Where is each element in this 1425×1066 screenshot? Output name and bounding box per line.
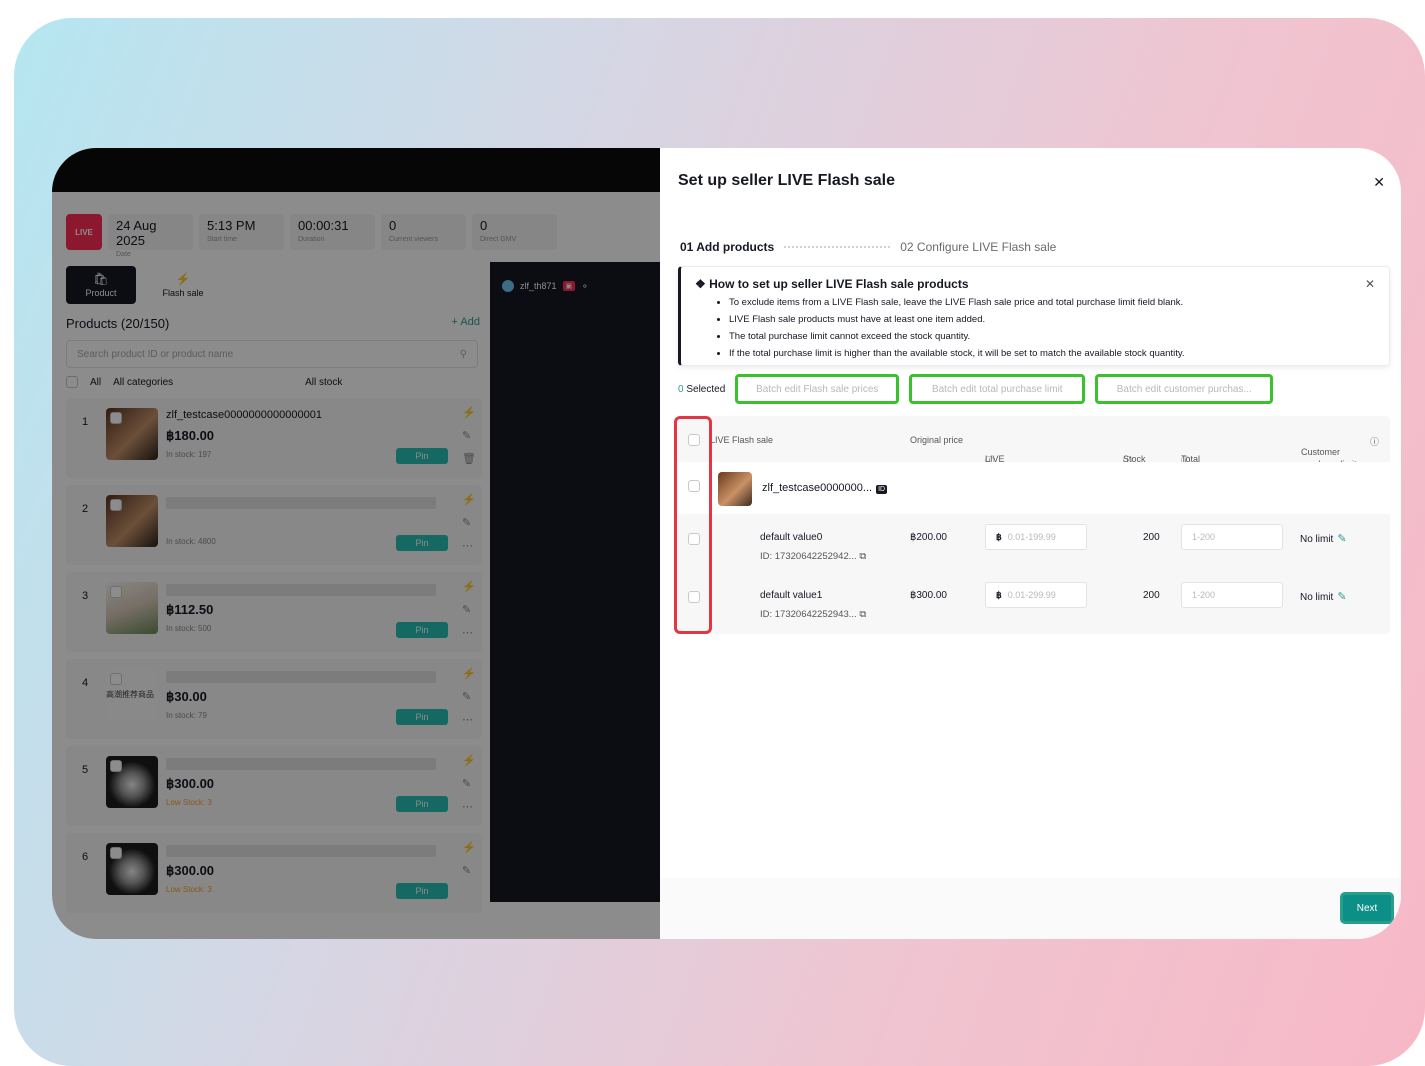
price-placeholder: 0.01-199.99	[1007, 532, 1056, 542]
next-button[interactable]: Next	[1340, 892, 1394, 924]
col-name: LIVE Flash sale	[710, 435, 774, 445]
step-configure: 02 Configure LIVE Flash sale	[900, 240, 1057, 254]
background-gradient: LIVE 24 Aug 2025 Date 5:13 PM Start time 0…	[14, 18, 1425, 1066]
customer-limit-text: No limit	[1300, 534, 1334, 545]
stock-value: 200	[1143, 532, 1160, 543]
products-table: LIVE Flash sale Original price LIVE Flas…	[678, 416, 1390, 634]
info-item: The total purchase limit cannot exceed t…	[729, 328, 1375, 345]
copy-icon[interactable]: ⧉	[859, 551, 866, 562]
variant-id: ID: 17320642252943... ⧉	[760, 609, 866, 620]
info-item: LIVE Flash sale products must have at le…	[729, 311, 1375, 328]
table-header: LIVE Flash sale Original price LIVE Flas…	[678, 416, 1390, 494]
variant-id-text: ID: 17320642252942...	[760, 551, 857, 562]
info-item: If the total purchase limit is higher th…	[729, 345, 1375, 362]
col-original-price: Original price	[910, 435, 964, 445]
copy-icon[interactable]: ⧉	[859, 609, 866, 620]
modal-title: Set up seller LIVE Flash sale	[678, 172, 895, 189]
step-add-products: 01 Add products	[680, 240, 775, 254]
batch-edit-customer-limit-button[interactable]: Batch edit customer purchas...	[1095, 374, 1274, 404]
selected-label: Selected	[686, 383, 726, 395]
stepper: 01 Add products 02 Configure LIVE Flash …	[680, 240, 1056, 254]
variant-name: default value0	[760, 532, 823, 543]
batch-edit-total-limit-button[interactable]: Batch edit total purchase limit	[909, 374, 1086, 404]
selected-count: 0 Selected	[678, 384, 725, 395]
modal-backdrop[interactable]	[52, 148, 660, 939]
product-thumbnail	[718, 472, 752, 506]
stock-value: 200	[1143, 590, 1160, 601]
batch-edit-price-button[interactable]: Batch edit Flash sale prices	[735, 374, 900, 404]
modal-footer	[660, 878, 1401, 939]
info-banner: ❖ How to set up seller LIVE Flash sale p…	[678, 266, 1390, 366]
live-dashboard: LIVE 24 Aug 2025 Date 5:13 PM Start time 0…	[52, 148, 660, 939]
checkbox-highlight	[674, 416, 712, 634]
close-icon[interactable]: ✕	[1373, 174, 1385, 191]
total-limit-input[interactable]: 1-200	[1181, 524, 1283, 550]
customer-limit-text: No limit	[1300, 592, 1334, 603]
info-icon: ❖	[695, 277, 706, 291]
variant-row: default value1 ID: 17320642252943... ⧉ ฿…	[678, 578, 1390, 636]
batch-actions: 0 Selected Batch edit Flash sale prices …	[678, 374, 1274, 404]
group-name-text: zlf_testcase0000000...	[762, 482, 873, 494]
edit-icon[interactable]: ✎	[1337, 533, 1346, 545]
currency-prefix: ฿	[996, 590, 1002, 600]
edit-icon[interactable]: ✎	[1337, 591, 1346, 603]
flash-price-input[interactable]: ฿ 0.01-199.99	[985, 524, 1087, 550]
total-limit-input[interactable]: 1-200	[1181, 582, 1283, 608]
info-list: To exclude items from a LIVE Flash sale,…	[729, 294, 1375, 362]
variant-id: ID: 17320642252942... ⧉	[760, 551, 866, 562]
group-product-name: zlf_testcase0000000... ID	[762, 482, 888, 494]
product-group-row: zlf_testcase0000000... ID	[678, 462, 1390, 514]
customer-limit: No limit ✎	[1300, 532, 1347, 545]
id-badge: ID	[876, 485, 888, 494]
selected-number: 0	[678, 383, 684, 395]
original-price: ฿200.00	[910, 532, 947, 543]
step-divider	[784, 246, 891, 248]
info-title: ❖ How to set up seller LIVE Flash sale p…	[695, 277, 1375, 291]
variant-row: default value0 ID: 17320642252942... ⧉ ฿…	[678, 520, 1390, 578]
close-icon[interactable]: ✕	[1365, 277, 1375, 291]
price-placeholder: 0.01-299.99	[1007, 590, 1056, 600]
info-item: To exclude items from a LIVE Flash sale,…	[729, 294, 1375, 311]
variant-id-text: ID: 17320642252943...	[760, 609, 857, 620]
original-price: ฿300.00	[910, 590, 947, 601]
flash-sale-modal: Set up seller LIVE Flash sale ✕ 01 Add p…	[660, 148, 1401, 939]
currency-prefix: ฿	[996, 532, 1002, 542]
info-title-text: How to set up seller LIVE Flash sale pro…	[709, 277, 969, 291]
flash-price-input[interactable]: ฿ 0.01-299.99	[985, 582, 1087, 608]
help-icon[interactable]: ⓘ	[1370, 435, 1379, 448]
app-window: LIVE 24 Aug 2025 Date 5:13 PM Start time 0…	[52, 148, 1401, 939]
variant-name: default value1	[760, 590, 823, 601]
customer-limit: No limit ✎	[1300, 590, 1347, 603]
